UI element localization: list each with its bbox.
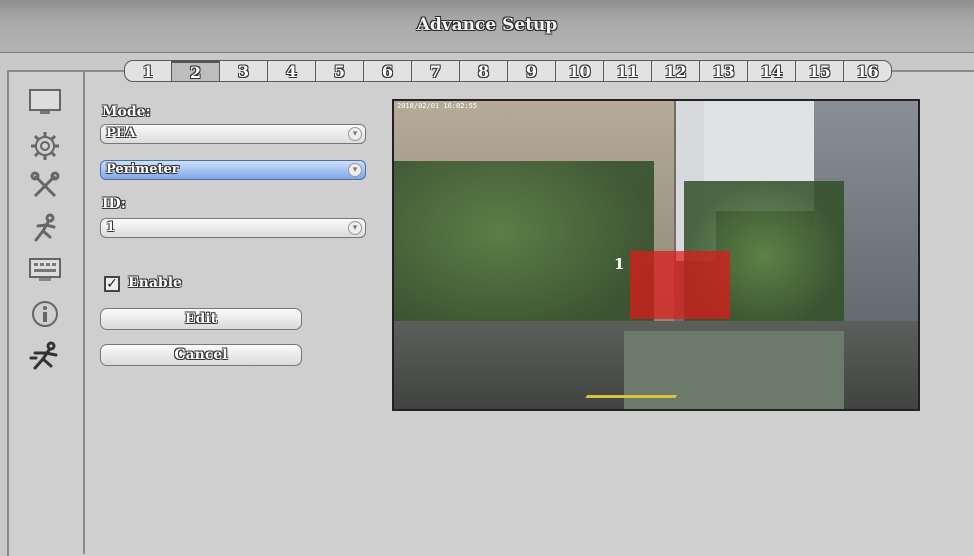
preview-trees-left [394, 161, 654, 341]
tab-channel-2[interactable]: 2 [172, 60, 220, 82]
gear-icon[interactable] [25, 130, 65, 162]
running-person-icon[interactable] [25, 212, 65, 244]
tab-channel-10[interactable]: 10 [556, 60, 604, 82]
camera-preview[interactable]: 2018/02/01 16:02:55 1 [392, 99, 920, 411]
tab-channel-13[interactable]: 13 [700, 60, 748, 82]
title-bar: Advance Setup [0, 0, 974, 53]
mode-select[interactable]: PEA ▾ [100, 124, 366, 144]
tab-channel-8[interactable]: 8 [460, 60, 508, 82]
tab-channel-1[interactable]: 1 [124, 60, 172, 82]
keyboard-icon[interactable] [25, 254, 65, 286]
tab-channel-3[interactable]: 3 [220, 60, 268, 82]
tab-channel-9[interactable]: 9 [508, 60, 556, 82]
info-icon[interactable] [25, 298, 65, 330]
tab-channel-6[interactable]: 6 [364, 60, 412, 82]
preview-road-stripe [580, 395, 678, 406]
chevron-down-icon: ▾ [348, 221, 362, 235]
monitor-icon[interactable] [25, 86, 65, 118]
detection-zone-label: 1 [614, 255, 625, 273]
tab-channel-4[interactable]: 4 [268, 60, 316, 82]
tab-channel-14[interactable]: 14 [748, 60, 796, 82]
edit-button[interactable]: Edit [100, 308, 302, 330]
id-select-value: 1 [106, 220, 116, 235]
channel-tabs: 1 2 3 4 5 6 7 8 9 10 11 12 13 14 15 16 [124, 60, 892, 84]
chevron-down-icon: ▾ [348, 127, 362, 141]
id-select[interactable]: 1 ▾ [100, 218, 366, 238]
enable-label: Enable [128, 275, 182, 291]
chevron-down-icon: ▾ [348, 163, 362, 177]
cancel-button[interactable]: Cancel [100, 344, 302, 366]
type-select-value: Perimeter [106, 162, 179, 177]
tab-channel-7[interactable]: 7 [412, 60, 460, 82]
tab-channel-5[interactable]: 5 [316, 60, 364, 82]
tools-icon[interactable] [25, 170, 65, 202]
id-label: ID: [102, 196, 126, 212]
enable-checkbox[interactable]: ✓ [104, 276, 120, 292]
type-select[interactable]: Perimeter ▾ [100, 160, 366, 180]
tab-channel-15[interactable]: 15 [796, 60, 844, 82]
tab-channel-11[interactable]: 11 [604, 60, 652, 82]
window-title: Advance Setup [416, 15, 558, 35]
tab-channel-12[interactable]: 12 [652, 60, 700, 82]
detection-zone[interactable] [630, 251, 730, 319]
tab-channel-16[interactable]: 16 [844, 60, 892, 82]
motion-person-icon[interactable] [25, 340, 65, 372]
preview-timestamp: 2018/02/01 16:02:55 [397, 102, 478, 110]
mode-label: Mode: [102, 104, 151, 120]
sidebar [9, 72, 85, 554]
mode-select-value: PEA [106, 126, 136, 141]
